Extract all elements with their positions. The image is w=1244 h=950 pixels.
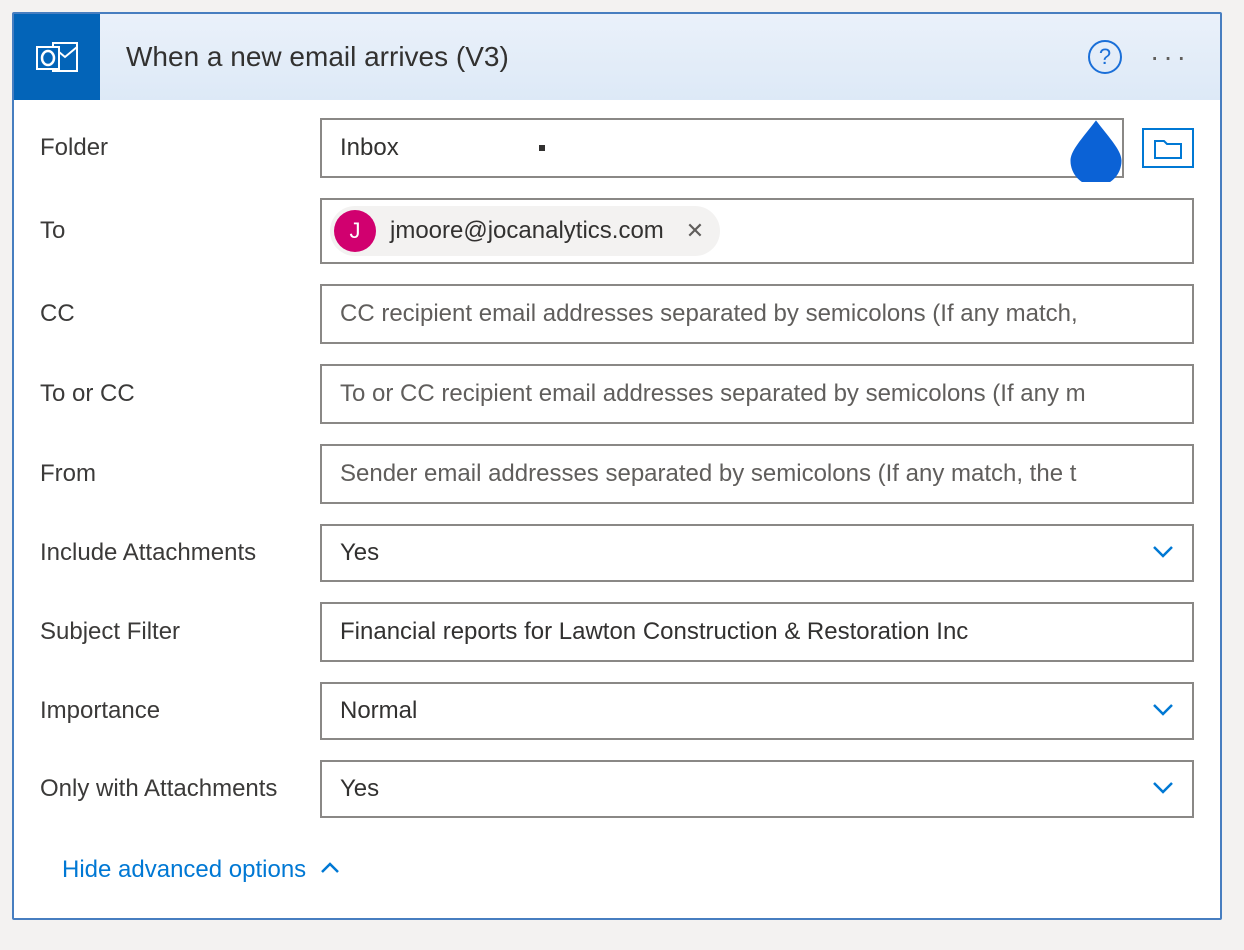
folder-input[interactable]: Inbox bbox=[320, 118, 1124, 178]
to-row: To J jmoore@jocanalytics.com ✕ bbox=[40, 198, 1194, 264]
folder-label: Folder bbox=[40, 134, 310, 162]
folder-picker-button[interactable] bbox=[1142, 128, 1194, 168]
include-attachments-value: Yes bbox=[340, 539, 379, 567]
folder-value: Inbox bbox=[340, 134, 399, 162]
recipient-token[interactable]: J jmoore@jocanalytics.com ✕ bbox=[330, 206, 720, 256]
chevron-down-icon bbox=[1152, 702, 1174, 720]
only-with-attachments-label: Only with Attachments bbox=[40, 775, 310, 803]
importance-value: Normal bbox=[340, 697, 417, 725]
chevron-up-icon bbox=[320, 861, 340, 879]
trigger-title: When a new email arrives (V3) bbox=[116, 41, 1072, 73]
from-input[interactable]: Sender email addresses separated by semi… bbox=[320, 444, 1194, 504]
card-footer: Hide advanced options bbox=[40, 838, 1194, 908]
only-with-attachments-value: Yes bbox=[340, 775, 379, 803]
importance-select[interactable]: Normal bbox=[320, 682, 1194, 740]
help-button[interactable]: ? bbox=[1088, 40, 1122, 74]
recipient-email: jmoore@jocanalytics.com bbox=[390, 217, 664, 245]
to-or-cc-row: To or CC To or CC recipient email addres… bbox=[40, 364, 1194, 424]
to-input[interactable]: J jmoore@jocanalytics.com ✕ bbox=[320, 198, 1194, 264]
avatar: J bbox=[334, 210, 376, 252]
cc-row: CC CC recipient email addresses separate… bbox=[40, 284, 1194, 344]
cc-label: CC bbox=[40, 300, 310, 328]
card-header: When a new email arrives (V3) ? ··· bbox=[14, 14, 1220, 100]
folder-icon bbox=[1154, 137, 1182, 159]
include-attachments-select[interactable]: Yes bbox=[320, 524, 1194, 582]
card-body: Folder Inbox To bbox=[14, 100, 1220, 918]
more-menu-button[interactable]: ··· bbox=[1150, 43, 1190, 71]
chevron-down-icon bbox=[1152, 780, 1174, 798]
folder-row: Folder Inbox bbox=[40, 118, 1194, 178]
to-or-cc-input[interactable]: To or CC recipient email addresses separ… bbox=[320, 364, 1194, 424]
cursor-dot bbox=[539, 145, 545, 151]
chevron-down-icon bbox=[1152, 544, 1174, 562]
cc-input[interactable]: CC recipient email addresses separated b… bbox=[320, 284, 1194, 344]
trigger-card: When a new email arrives (V3) ? ··· Fold… bbox=[12, 12, 1222, 920]
dynamic-content-droplet-icon[interactable] bbox=[1062, 114, 1130, 182]
only-with-attachments-select[interactable]: Yes bbox=[320, 760, 1194, 818]
subject-filter-label: Subject Filter bbox=[40, 618, 310, 646]
remove-token-button[interactable]: ✕ bbox=[686, 220, 704, 242]
to-or-cc-label: To or CC bbox=[40, 380, 310, 408]
only-with-attachments-row: Only with Attachments Yes bbox=[40, 760, 1194, 818]
from-row: From Sender email addresses separated by… bbox=[40, 444, 1194, 504]
importance-label: Importance bbox=[40, 697, 310, 725]
hide-advanced-label: Hide advanced options bbox=[62, 856, 306, 884]
importance-row: Importance Normal bbox=[40, 682, 1194, 740]
hide-advanced-options-link[interactable]: Hide advanced options bbox=[62, 856, 340, 884]
outlook-icon bbox=[14, 14, 100, 100]
include-attachments-label: Include Attachments bbox=[40, 539, 310, 567]
subject-filter-row: Subject Filter Financial reports for Law… bbox=[40, 602, 1194, 662]
subject-filter-input[interactable]: Financial reports for Lawton Constructio… bbox=[320, 602, 1194, 662]
outlook-glyph-icon bbox=[33, 33, 81, 81]
to-label: To bbox=[40, 217, 310, 245]
from-label: From bbox=[40, 460, 310, 488]
include-attachments-row: Include Attachments Yes bbox=[40, 524, 1194, 582]
